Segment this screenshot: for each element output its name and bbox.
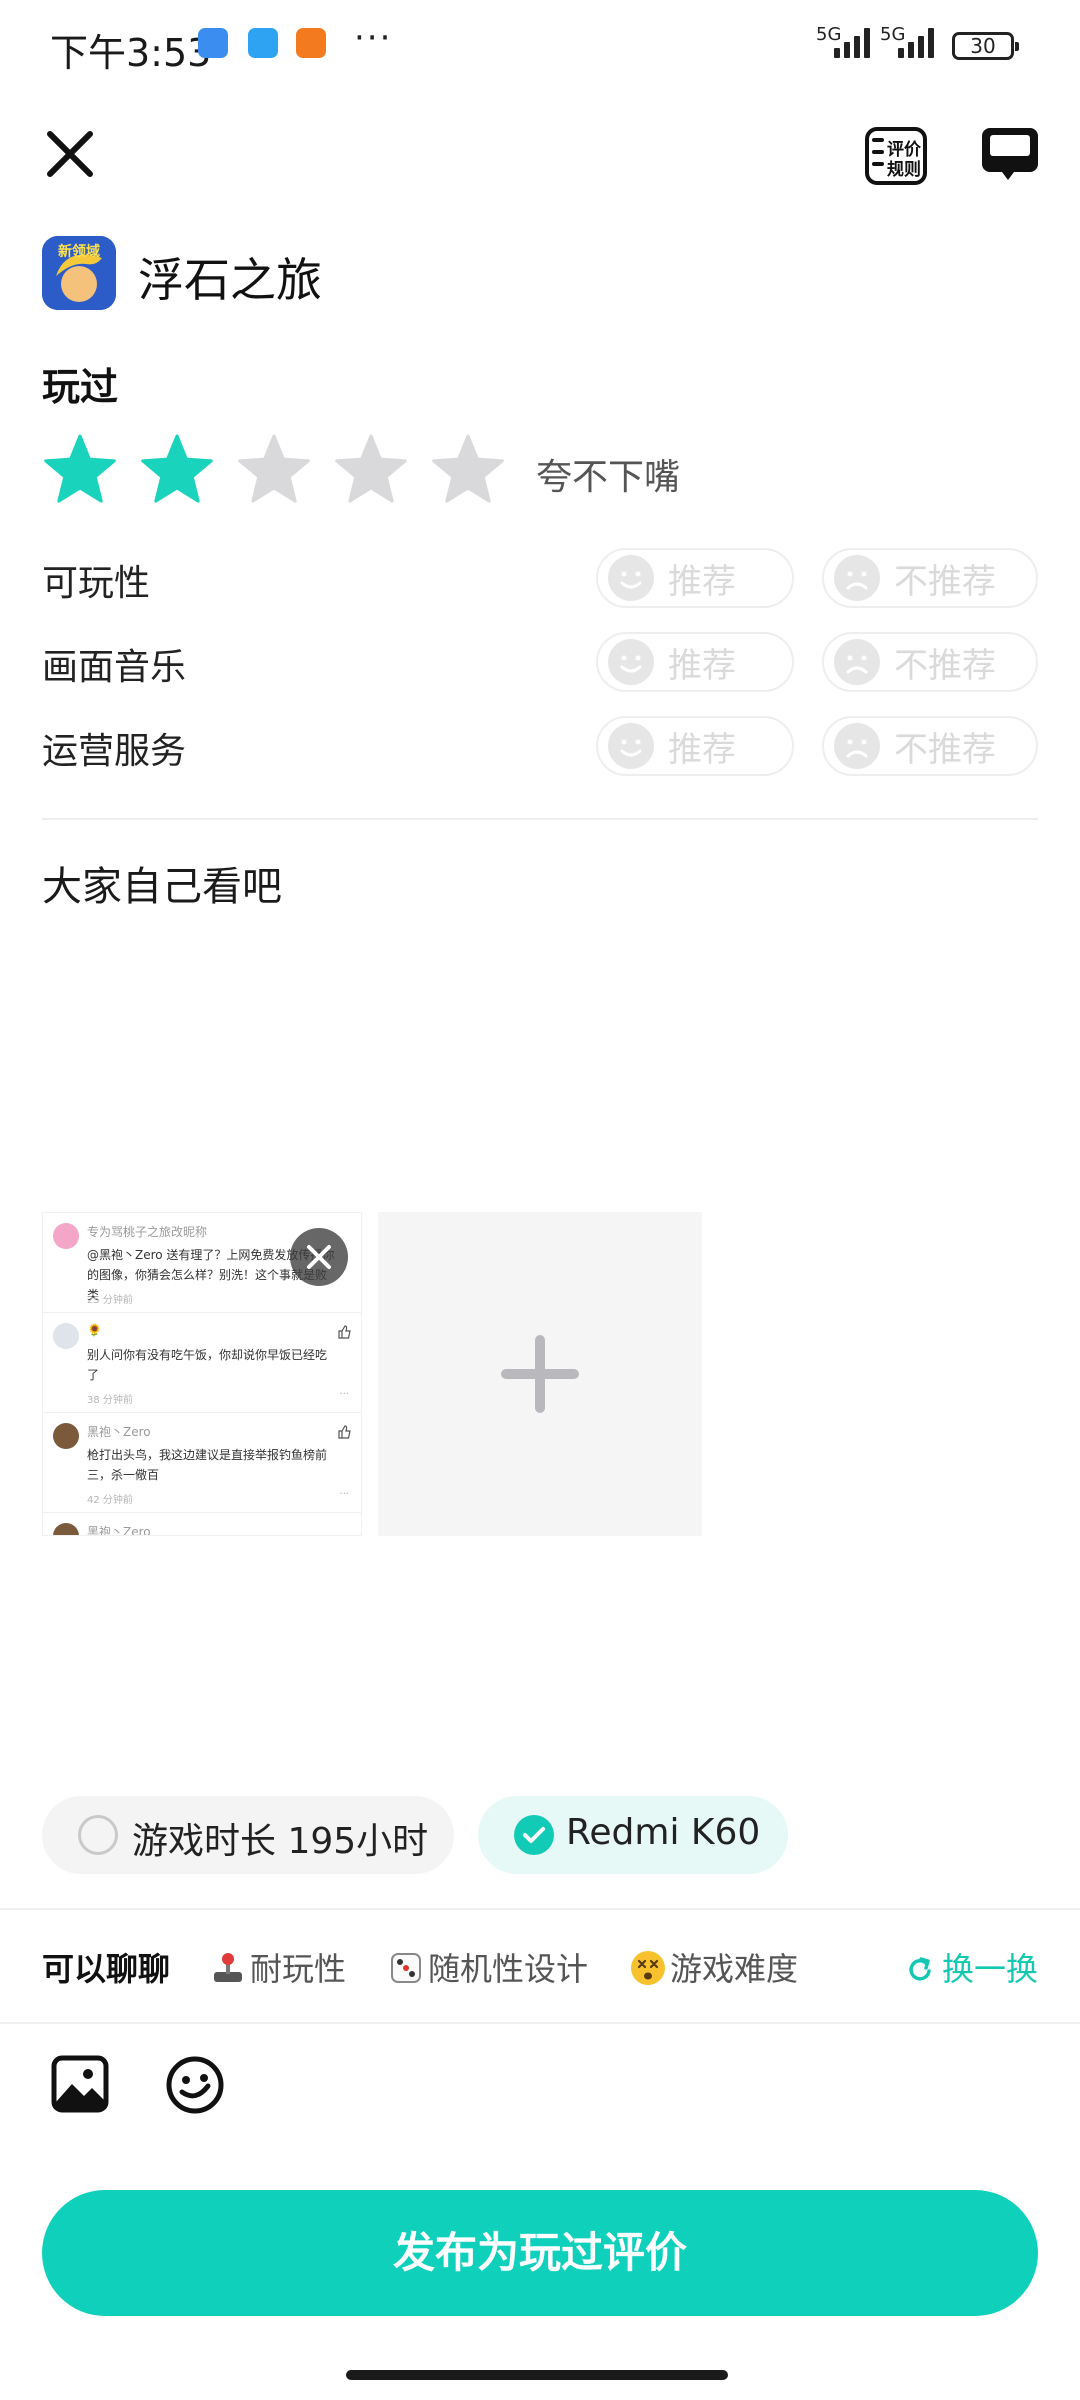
topics-label: 可以聊聊 — [42, 1950, 171, 1988]
aspect-label: 画面音乐 — [42, 647, 187, 688]
more-notifications-icon: ··· — [354, 18, 393, 58]
frown-face-icon — [834, 639, 880, 685]
device-label: Redmi K60 — [566, 1812, 761, 1853]
avatar — [53, 1223, 79, 1249]
more-icon: ··· — [339, 1489, 349, 1500]
chat-button[interactable] — [980, 124, 1040, 184]
comment-author: 黑袍丶Zero — [87, 1425, 151, 1439]
unchecked-circle-icon — [78, 1815, 118, 1855]
rules-line2: 规则 — [887, 159, 921, 180]
star-1-icon[interactable] — [42, 432, 118, 508]
comment-text: 枪打出头鸟，我这边建议是直接举报钓鱼榜前三，杀一儆百 — [87, 1448, 328, 1482]
battery-icon: 30 — [952, 32, 1019, 60]
dizzy-face-icon — [631, 1951, 665, 1985]
refresh-icon — [909, 1957, 931, 1981]
divider — [0, 2022, 1080, 2024]
game-icon-text: 新领域 — [58, 243, 100, 260]
publish-review-button[interactable]: 发布为玩过评价 — [42, 2190, 1038, 2316]
game-icon: 新领域 — [42, 236, 116, 310]
avatar — [53, 1323, 79, 1349]
avatar — [53, 1423, 79, 1449]
comment-time: 25 分钟前 — [87, 1295, 133, 1306]
smile-face-icon — [608, 639, 654, 685]
comment-author: 专为骂桃子之旅改昵称 — [87, 1225, 208, 1239]
image-icon — [51, 2055, 109, 2113]
comment-author: 黑袍丶Zero — [87, 1525, 151, 1536]
status-time: 下午3:53 — [50, 31, 212, 75]
star-3-icon[interactable] — [236, 432, 312, 508]
review-rules-icon: 评价 规则 — [865, 127, 927, 185]
aspect-row-playability: 可玩性 推荐 不推荐 — [0, 548, 1080, 608]
topic-difficulty[interactable]: 游戏难度 — [630, 1944, 798, 1990]
star-rating[interactable] — [42, 432, 527, 508]
frown-face-icon — [834, 723, 880, 769]
aspect-label: 运营服务 — [42, 731, 187, 772]
smile-face-icon — [608, 723, 654, 769]
avatar — [53, 1523, 79, 1535]
insert-emoji-button[interactable] — [164, 2054, 226, 2116]
rating-description: 夸不下嘴 — [536, 457, 681, 498]
video-app-icon — [248, 28, 278, 58]
comment-text: 别人问你有没有吃午饭，你却说你早饭已经吃了 — [87, 1348, 328, 1382]
insert-image-button[interactable] — [50, 2054, 110, 2114]
mi-app-icon — [296, 28, 326, 58]
signal-2-icon: 5G — [880, 24, 936, 58]
check-circle-icon — [514, 1815, 554, 1855]
topic-randomness[interactable]: 随机性设计 — [388, 1944, 588, 1990]
play-time-label: 游戏时长 195小时 — [132, 1821, 429, 1862]
plus-icon — [501, 1335, 579, 1413]
play-status-label: 玩过 — [42, 365, 119, 409]
store-app-icon — [198, 28, 228, 58]
comment-item: 🌻 别人问你有没有吃午饭，你却说你早饭已经吃了 38 分钟前 ··· — [43, 1313, 361, 1413]
play-time-chip[interactable]: 游戏时长 195小时 — [42, 1796, 454, 1874]
status-bar: 下午3:53 ··· 5G 5G 30 — [0, 0, 1080, 92]
comment-author: 🌻 — [87, 1323, 102, 1337]
comment-item: 黑袍丶Zero 枪打出头鸟，我这边建议是直接举报钓鱼榜前三，杀一儆百 42 分钟… — [43, 1413, 361, 1513]
rules-line1: 评价 — [887, 140, 922, 160]
not-recommend-button[interactable]: 不推荐 — [822, 716, 1038, 776]
like-icon — [338, 1425, 351, 1439]
divider — [0, 1908, 1080, 1910]
divider — [42, 818, 1038, 820]
smile-face-icon — [608, 555, 654, 601]
topic-replayability[interactable]: 耐玩性 — [210, 1944, 346, 1990]
emoji-icon — [166, 2056, 224, 2114]
joystick-icon — [214, 1953, 242, 1982]
star-4-icon[interactable] — [333, 432, 409, 508]
not-recommend-button[interactable]: 不推荐 — [822, 632, 1038, 692]
close-icon — [307, 1245, 331, 1269]
more-icon: ··· — [339, 1389, 349, 1400]
add-image-button[interactable] — [378, 1212, 702, 1536]
close-icon — [47, 131, 93, 177]
frown-face-icon — [834, 555, 880, 601]
signal-1-icon: 5G — [816, 24, 872, 58]
aspect-row-operations: 运营服务 推荐 不推荐 — [0, 716, 1080, 776]
recommend-button[interactable]: 推荐 — [596, 548, 794, 608]
topic-suggestions: 可以聊聊 耐玩性 随机性设计 游戏难度 换一换 — [0, 1912, 1080, 2022]
review-rules-button[interactable]: 评价 规则 — [864, 124, 928, 188]
aspect-label: 可玩性 — [42, 563, 151, 604]
close-button[interactable] — [40, 124, 100, 184]
comment-time: 38 分钟前 — [87, 1395, 133, 1406]
dice-icon — [391, 1953, 421, 1983]
star-2-icon[interactable] — [139, 432, 215, 508]
star-5-icon[interactable] — [430, 432, 506, 508]
device-chip[interactable]: Redmi K60 — [478, 1796, 788, 1874]
comment-time: 42 分钟前 — [87, 1495, 133, 1506]
home-indicator[interactable] — [346, 2370, 728, 2380]
aspect-row-graphics-music: 画面音乐 推荐 不推荐 — [0, 632, 1080, 692]
not-recommend-button[interactable]: 不推荐 — [822, 548, 1038, 608]
shuffle-topics-button[interactable]: 换一换 — [906, 1944, 1038, 1990]
recommend-button[interactable]: 推荐 — [596, 716, 794, 776]
game-title: 浮石之旅 — [138, 253, 322, 307]
like-icon — [338, 1325, 351, 1339]
review-text-input[interactable]: 大家自己看吧 — [42, 854, 282, 912]
recommend-button[interactable]: 推荐 — [596, 632, 794, 692]
remove-image-button[interactable] — [290, 1228, 348, 1286]
chat-bubble-icon — [982, 128, 1038, 180]
comment-item: 黑袍丶Zero — [43, 1513, 361, 1536]
